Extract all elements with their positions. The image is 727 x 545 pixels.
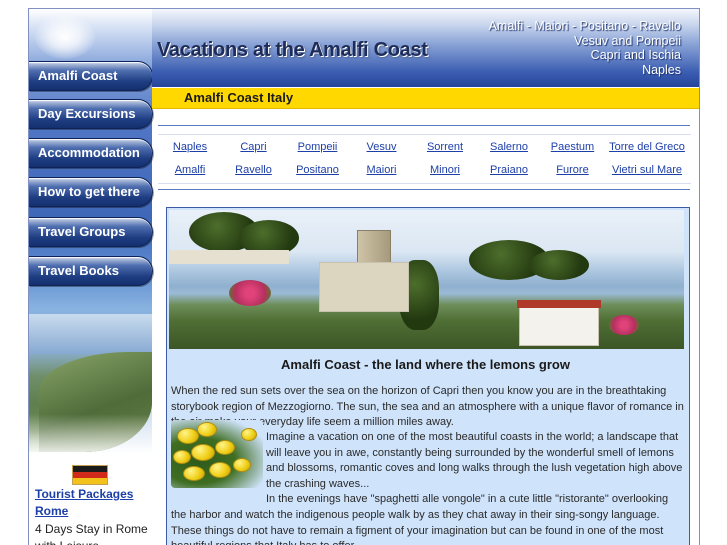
link-vietri-sul-mare[interactable]: Vietri sul Mare (604, 164, 690, 176)
destination-line: Naples (642, 62, 681, 77)
destination-line: Capri and Ischia (590, 48, 681, 62)
nav-travel-books[interactable]: Travel Books (29, 256, 153, 286)
destination-line: Vesuv and Pompeii (573, 33, 681, 48)
link-paestum[interactable]: Paestum (541, 141, 604, 153)
lemon (183, 466, 205, 481)
lemon (241, 428, 257, 441)
link-naples[interactable]: Naples (158, 141, 222, 153)
link-maiori[interactable]: Maiori (350, 164, 413, 176)
lemon (173, 450, 191, 464)
lemon (177, 428, 199, 444)
links-row-1: Naples Capri Pompeii Vesuv Sorrent Saler… (158, 135, 691, 158)
german-flag-icon[interactable] (72, 465, 108, 485)
divider (158, 189, 690, 190)
destination-line: Amalfi - Maiori - Positano - Ravello (488, 19, 681, 33)
site-title: Vacations at the Amalfi Coast (157, 39, 428, 61)
subheader-bar: Amalfi Coast Italy (152, 87, 699, 109)
nav-day-excursions[interactable]: Day Excursions (29, 99, 153, 129)
pergola (169, 250, 289, 264)
link-sorrent[interactable]: Sorrent (413, 141, 477, 153)
white-house (519, 306, 599, 346)
flower-bush (609, 315, 639, 335)
main-content: Amalfi Coast - the land where the lemons… (166, 207, 690, 545)
link-ravello[interactable]: Ravello (222, 164, 285, 176)
red-roof (517, 300, 601, 308)
lemons-image (171, 420, 263, 488)
link-praiano[interactable]: Praiano (477, 164, 541, 176)
pine-tree (529, 250, 589, 280)
link-torre-del-greco[interactable]: Torre del Greco (604, 141, 690, 153)
content-heading: Amalfi Coast - the land where the lemons… (281, 357, 570, 372)
links-row-2: Amalfi Ravello Positano Maiori Minori Pr… (158, 158, 691, 181)
site-header: Vacations at the Amalfi Coast Amalfi - M… (152, 9, 699, 87)
link-furore[interactable]: Furore (541, 164, 604, 176)
flower-pot (229, 280, 271, 306)
subheader-title: Amalfi Coast Italy (184, 90, 294, 105)
imagine-paragraph: Imagine a vacation on one of the most be… (266, 431, 683, 490)
villa-building (319, 262, 409, 312)
nav-travel-groups[interactable]: Travel Groups (29, 217, 153, 247)
ravello-villa-photo (169, 210, 684, 349)
lemon (215, 440, 235, 455)
divider (158, 125, 690, 126)
link-salerno[interactable]: Salerno (477, 141, 541, 153)
destinations-list: Amalfi - Maiori - Positano - Ravello Ves… (489, 19, 681, 77)
image-fade (29, 414, 152, 452)
coastline-image (29, 314, 152, 452)
destination-links-grid: Naples Capri Pompeii Vesuv Sorrent Saler… (158, 134, 691, 184)
sun-glow-decoration (35, 15, 95, 59)
lemon (191, 444, 215, 461)
promo-description: 4 Days Stay in Rome with Leisure (35, 522, 148, 545)
sea-area (29, 314, 152, 354)
link-capri[interactable]: Capri (222, 141, 285, 153)
evening-paragraph-start: In the evenings have "spaghetti alle von… (266, 493, 669, 505)
nav-how-to-get-there[interactable]: How to get there (29, 177, 153, 207)
evening-paragraph-rest: the harbor and watch the indigenous peop… (171, 509, 664, 545)
lemon (197, 422, 217, 437)
link-positano[interactable]: Positano (285, 164, 350, 176)
lemon (233, 458, 251, 472)
link-pompeii[interactable]: Pompeii (285, 141, 350, 153)
link-minori[interactable]: Minori (413, 164, 477, 176)
lemon (209, 462, 231, 478)
page-frame: Amalfi Coast Day Excursions Accommodatio… (28, 8, 700, 545)
nav-accommodation[interactable]: Accommodation (29, 138, 153, 168)
sidebar: Amalfi Coast Day Excursions Accommodatio… (29, 9, 153, 545)
link-amalfi[interactable]: Amalfi (158, 164, 222, 176)
tourist-packages-link[interactable]: Tourist Packages Rome (35, 486, 150, 520)
nav-amalfi-coast[interactable]: Amalfi Coast (29, 61, 153, 91)
link-vesuv[interactable]: Vesuv (350, 141, 413, 153)
